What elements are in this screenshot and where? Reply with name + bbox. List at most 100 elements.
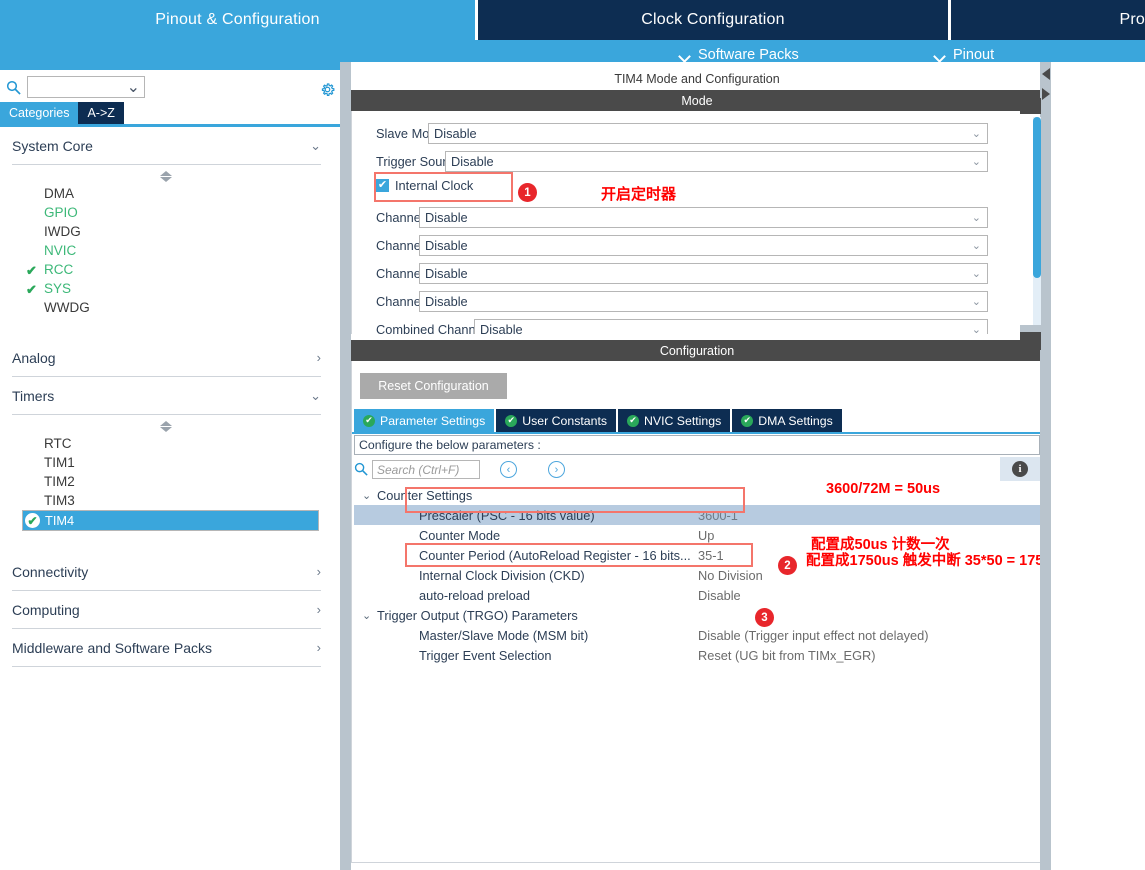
channel1-select[interactable]: Disable ⌄ <box>419 207 988 228</box>
search-prev-button[interactable]: ‹ <box>500 461 517 478</box>
sidebar-item-rcc[interactable]: ✔ RCC <box>0 260 333 279</box>
annotation-note-1: 开启定时器 <box>601 186 677 203</box>
annotation-box-1 <box>374 172 513 202</box>
chevron-down-icon: ⌄ <box>971 324 981 334</box>
counter-mode-value[interactable]: Up <box>698 528 714 543</box>
search-input[interactable]: ⌄ <box>27 76 145 98</box>
chevron-down-icon[interactable]: ⌄ <box>362 489 374 502</box>
tab-a-to-z[interactable]: A->Z <box>78 102 124 124</box>
sidebar-group-middleware[interactable]: Middleware and Software Packs › <box>12 629 321 667</box>
sidebar-item-label: RCC <box>44 262 74 277</box>
top-tab-bar: Pinout & Configuration Clock Configurati… <box>0 0 1145 70</box>
check-circle-icon: ✔ <box>741 414 754 427</box>
chevron-down-icon: ⌄ <box>310 387 321 403</box>
spinner-down-icon <box>160 177 172 182</box>
collapse-left-icon[interactable] <box>1042 68 1050 80</box>
master-slave-mode-value[interactable]: Disable (Trigger input effect not delaye… <box>698 628 928 643</box>
info-button[interactable]: i <box>1000 457 1040 481</box>
sidebar-group-timers[interactable]: Timers ⌄ <box>12 377 321 415</box>
sidebar-group-computing[interactable]: Computing › <box>12 591 321 629</box>
tab-user-constants-label: User Constants <box>522 413 608 428</box>
tab-dma-settings-label: DMA Settings <box>758 413 833 428</box>
mode-row-channel2: Channel2 Disable ⌄ <box>352 234 1012 257</box>
panel-divider <box>340 62 351 870</box>
app-root: Pinout & Configuration Clock Configurati… <box>0 0 1145 870</box>
auto-reload-preload-value[interactable]: Disable <box>698 588 741 603</box>
sidebar-item-tim4[interactable]: ✔ TIM4 <box>22 510 319 531</box>
gear-icon[interactable] <box>318 80 337 99</box>
sidebar-item-tim1[interactable]: TIM1 <box>0 453 333 472</box>
tab-project-manager[interactable]: Pro <box>951 0 1145 40</box>
spinner-up-icon <box>160 421 172 426</box>
reset-configuration-button[interactable]: Reset Configuration <box>360 373 507 399</box>
sidebar-group-computing-label: Computing <box>12 601 80 618</box>
right-fill <box>1051 62 1145 870</box>
channel3-select[interactable]: Disable ⌄ <box>419 263 988 284</box>
combined-channels-value: Disable <box>480 322 523 334</box>
trigger-source-value: Disable <box>451 154 494 169</box>
tree-group-label: Trigger Output (TRGO) Parameters <box>377 607 578 623</box>
table-row[interactable]: auto-reload preload Disable <box>354 585 1040 605</box>
channel1-label: Channel1 <box>376 210 431 225</box>
trigger-event-selection-value[interactable]: Reset (UG bit from TIMx_EGR) <box>698 648 876 663</box>
sidebar-item-rtc[interactable]: RTC <box>0 434 333 453</box>
scroll-spinner-timers[interactable] <box>160 421 173 432</box>
menu-software-packs-label: Software Packs <box>698 47 799 63</box>
vertical-scrollbar-thumb[interactable] <box>1033 117 1041 278</box>
combined-channels-label: Combined Channels <box>376 322 492 334</box>
sidebar-item-tim2[interactable]: TIM2 <box>0 472 333 491</box>
sidebar-item-sys[interactable]: ✔ SYS <box>0 279 333 298</box>
annotation-note-4: 配置成1750us 触发中断 35*50 = 1750 <box>806 553 1052 569</box>
tab-nvic-settings-label: NVIC Settings <box>644 413 722 428</box>
configure-parameters-hint: Configure the below parameters : <box>354 435 1040 455</box>
menu-pinout[interactable]: Pinout <box>935 47 994 63</box>
mode-section-header: Mode <box>351 90 1043 111</box>
sidebar-item-tim3[interactable]: TIM3 <box>0 491 333 510</box>
tab-dma-settings[interactable]: ✔ DMA Settings <box>732 409 842 432</box>
sidebar-item-label: TIM3 <box>44 493 75 508</box>
combined-channels-select[interactable]: Disable ⌄ <box>474 319 988 334</box>
sidebar-item-gpio[interactable]: GPIO <box>0 203 333 222</box>
tab-pinout-configuration[interactable]: Pinout & Configuration <box>0 0 475 40</box>
chevron-down-icon: ⌄ <box>126 79 140 96</box>
channel2-select[interactable]: Disable ⌄ <box>419 235 988 256</box>
tab-user-constants[interactable]: ✔ User Constants <box>496 409 617 432</box>
sidebar-group-system-core[interactable]: System Core ⌄ <box>12 127 321 165</box>
slave-mode-value: Disable <box>434 126 477 141</box>
trigger-event-selection-label: Trigger Event Selection <box>419 647 552 663</box>
table-row[interactable]: Trigger Event Selection Reset (UG bit fr… <box>354 645 1040 665</box>
sidebar-item-nvic[interactable]: NVIC <box>0 241 333 260</box>
annotation-badge-1: 1 <box>518 183 537 202</box>
trigger-source-select[interactable]: Disable ⌄ <box>445 151 988 172</box>
tab-parameter-settings[interactable]: ✔ Parameter Settings <box>354 409 495 432</box>
menu-software-packs[interactable]: Software Packs <box>680 47 799 63</box>
sidebar-item-dma[interactable]: DMA <box>0 184 333 203</box>
tree-group-trgo-parameters[interactable]: ⌄ Trigger Output (TRGO) Parameters <box>354 605 1040 625</box>
table-row[interactable]: Master/Slave Mode (MSM bit) Disable (Tri… <box>354 625 1040 645</box>
sidebar-item-wwdg[interactable]: WWDG <box>0 298 333 317</box>
chevron-down-icon <box>935 52 946 59</box>
sidebar-group-analog[interactable]: Analog › <box>12 339 321 377</box>
scroll-spinner-system-core[interactable] <box>160 171 173 182</box>
search-next-button[interactable]: › <box>548 461 565 478</box>
parameter-tree: ⌄ Counter Settings Prescaler (PSC - 16 b… <box>354 485 1040 785</box>
sidebar-item-iwdg[interactable]: IWDG <box>0 222 333 241</box>
slave-mode-select[interactable]: Disable ⌄ <box>428 123 988 144</box>
sidebar-group-connectivity[interactable]: Connectivity › <box>12 553 321 591</box>
tab-clock-configuration[interactable]: Clock Configuration <box>478 0 948 40</box>
scroll-block-bottom <box>1020 332 1041 350</box>
clock-division-value[interactable]: No Division <box>698 568 763 583</box>
chevron-down-icon[interactable]: ⌄ <box>362 609 374 622</box>
expand-right-icon[interactable] <box>1042 88 1050 100</box>
panel-right-edge <box>1040 62 1051 870</box>
sidebar-item-label: TIM4 <box>45 513 75 528</box>
parameter-search-input[interactable]: Search (Ctrl+F) <box>372 460 480 479</box>
tab-nvic-settings[interactable]: ✔ NVIC Settings <box>618 409 731 432</box>
configuration-section-body: Reset Configuration ✔ Parameter Settings… <box>351 361 1043 863</box>
search-icon <box>6 80 21 95</box>
mode-row-channel3: Channel3 Disable ⌄ <box>352 262 1012 285</box>
channel3-label: Channel3 <box>376 266 431 281</box>
tab-categories[interactable]: Categories <box>0 102 79 124</box>
channel4-select[interactable]: Disable ⌄ <box>419 291 988 312</box>
annotation-badge-3: 3 <box>755 608 774 627</box>
